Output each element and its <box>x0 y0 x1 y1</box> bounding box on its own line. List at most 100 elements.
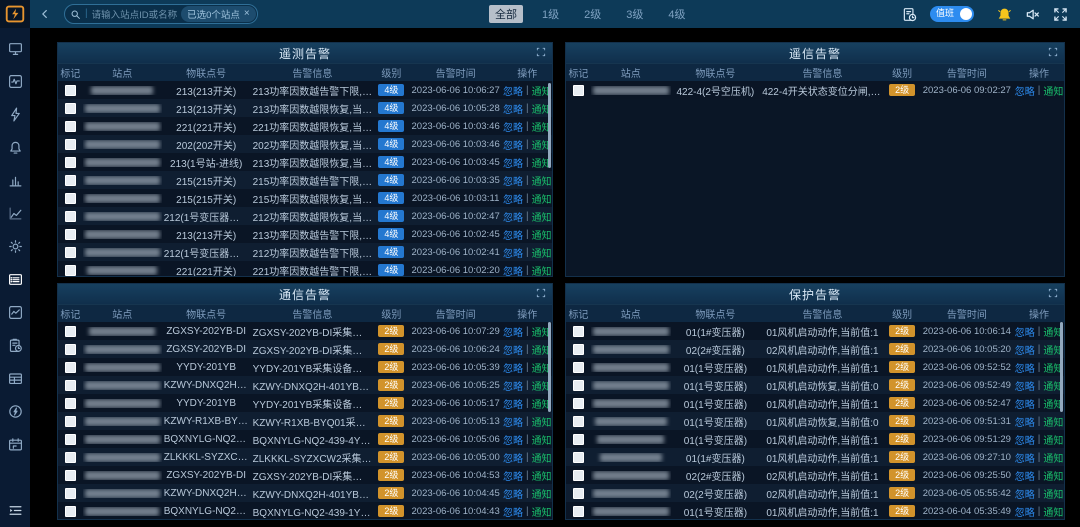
row-checkbox[interactable] <box>65 362 76 373</box>
table-row[interactable]: 01(1号变压器)01风机启动恢复,当前值:02级2023-06-06 09:5… <box>566 376 1064 394</box>
row-checkbox[interactable] <box>65 193 76 204</box>
table-row[interactable]: 212(1号变压器出线)212功率因数越告警下限,当前值:0...4级2023-… <box>58 243 552 261</box>
row-checkbox[interactable] <box>573 470 584 481</box>
tab-level-2[interactable]: 2级 <box>578 5 607 23</box>
row-checkbox[interactable] <box>65 121 76 132</box>
notify-link[interactable]: 通知 <box>532 468 552 483</box>
notify-link[interactable]: 通知 <box>1043 450 1063 465</box>
row-checkbox[interactable] <box>573 488 584 499</box>
panel-expand-icon[interactable] <box>1048 288 1058 298</box>
table-row[interactable]: 215(215开关)215功率因数越告警下限,当前值:0...4级2023-06… <box>58 171 552 189</box>
row-checkbox[interactable] <box>65 380 76 391</box>
sidebar-item-chart-box-icon[interactable] <box>8 305 23 320</box>
sidebar-item-lightning-icon[interactable] <box>8 107 23 122</box>
table-row[interactable]: ZLKKKL-SYZXCW2ZLKKKL-SYZXCW2采集设备通讯异常2级20… <box>58 448 552 466</box>
row-checkbox[interactable] <box>65 229 76 240</box>
table-row[interactable]: 02(2#变压器)02风机启动动作,当前值:12级2023-06-06 10:0… <box>566 340 1064 358</box>
table-row[interactable]: KZWY-DNXQ2H-401YBKZWY-DNXQ2H-401YB采集设备通.… <box>58 484 552 502</box>
table-row[interactable]: 202(202开关)202功率因数越限恢复,当前值:0.97...4级2023-… <box>58 135 552 153</box>
table-row[interactable]: 01(1#变压器)01风机启动动作,当前值:12级2023-06-06 10:0… <box>566 322 1064 340</box>
row-checkbox[interactable] <box>65 103 76 114</box>
ignore-link[interactable]: 忽略 <box>1015 432 1035 447</box>
sidebar-item-clipboard-clock-icon[interactable] <box>8 338 23 353</box>
table-row[interactable]: ZGXSY-202YB-DIZGXSY-202YB-DI采集设备通讯正常2级20… <box>58 340 552 358</box>
notify-link[interactable]: 通知 <box>1043 432 1063 447</box>
tab-level-1[interactable]: 1级 <box>536 5 565 23</box>
ignore-link[interactable]: 忽略 <box>1015 396 1035 411</box>
clear-selection-icon[interactable]: × <box>244 9 250 19</box>
scrollbar-thumb[interactable] <box>548 83 551 168</box>
table-row[interactable]: ZGXSY-202YB-DIZGXSY-202YB-DI采集设备通讯异常2级20… <box>58 466 552 484</box>
ignore-link[interactable]: 忽略 <box>503 263 523 278</box>
table-row[interactable]: 01(1号变压器)01风机启动动作,当前值:12级2023-06-06 09:5… <box>566 430 1064 448</box>
ignore-link[interactable]: 忽略 <box>503 245 523 260</box>
ignore-link[interactable]: 忽略 <box>503 450 523 465</box>
notify-link[interactable]: 通知 <box>532 209 552 224</box>
notify-link[interactable]: 通知 <box>532 414 552 429</box>
row-checkbox[interactable] <box>573 452 584 463</box>
sidebar-item-waveform-box-icon[interactable] <box>8 74 23 89</box>
fullscreen-icon[interactable] <box>1053 7 1068 22</box>
sidebar-item-monitor-icon[interactable] <box>8 41 23 56</box>
notify-link[interactable]: 通知 <box>1043 468 1063 483</box>
ignore-link[interactable]: 忽略 <box>503 378 523 393</box>
table-row[interactable]: 213(213开关)213功率因数越限恢复,当前值:1.00...4级2023-… <box>58 99 552 117</box>
notify-link[interactable]: 通知 <box>1043 414 1063 429</box>
table-row[interactable]: 02(2号变压器)02风机启动动作,当前值:12级2023-06-05 05:5… <box>566 484 1064 502</box>
ignore-link[interactable]: 忽略 <box>503 342 523 357</box>
alarm-bell-icon[interactable] <box>997 7 1012 22</box>
report-history-icon[interactable] <box>902 7 917 22</box>
ignore-link[interactable]: 忽略 <box>503 227 523 242</box>
sidebar-item-bar-chart-icon[interactable] <box>8 173 23 188</box>
row-checkbox[interactable] <box>573 434 584 445</box>
row-checkbox[interactable] <box>573 398 584 409</box>
ignore-link[interactable]: 忽略 <box>503 137 523 152</box>
search-input[interactable]: | 请输入站点ID或名称 已选0个站点 × <box>64 4 258 24</box>
notify-link[interactable]: 通知 <box>1043 504 1063 519</box>
table-row[interactable]: 213(213开关)213功率因数越告警下限,当前值:0...4级2023-06… <box>58 225 552 243</box>
ignore-link[interactable]: 忽略 <box>503 191 523 206</box>
back-button[interactable] <box>39 8 51 20</box>
notify-link[interactable]: 通知 <box>532 486 552 501</box>
row-checkbox[interactable] <box>65 344 76 355</box>
tab-level-0[interactable]: 全部 <box>489 5 523 23</box>
ignore-link[interactable]: 忽略 <box>503 414 523 429</box>
row-checkbox[interactable] <box>65 398 76 409</box>
scrollbar-thumb[interactable] <box>548 322 551 412</box>
table-row[interactable]: ZGXSY-202YB-DIZGXSY-202YB-DI采集设备通讯异常2级20… <box>58 322 552 340</box>
ignore-link[interactable]: 忽略 <box>1015 342 1035 357</box>
table-row[interactable]: YYDY-201YBYYDY-201YB采集设备通讯正常2级2023-06-06… <box>58 394 552 412</box>
ignore-link[interactable]: 忽略 <box>1015 504 1035 519</box>
ignore-link[interactable]: 忽略 <box>503 504 523 519</box>
ignore-link[interactable]: 忽略 <box>503 396 523 411</box>
ignore-link[interactable]: 忽略 <box>1015 414 1035 429</box>
sidebar-item-gear-icon[interactable] <box>8 239 23 254</box>
ignore-link[interactable]: 忽略 <box>503 432 523 447</box>
row-checkbox[interactable] <box>65 157 76 168</box>
ignore-link[interactable]: 忽略 <box>503 155 523 170</box>
row-checkbox[interactable] <box>573 85 584 96</box>
notify-link[interactable]: 通知 <box>532 191 552 206</box>
table-row[interactable]: 422-4(2号空压机)422-4开关状态变位分闸,当前值:02级2023-06… <box>566 81 1064 99</box>
table-row[interactable]: 01(1号变压器)01风机启动动作,当前值:12级2023-06-06 09:5… <box>566 394 1064 412</box>
row-checkbox[interactable] <box>65 416 76 427</box>
notify-link[interactable]: 通知 <box>532 245 552 260</box>
notify-link[interactable]: 通知 <box>532 227 552 242</box>
selected-sites-tag[interactable]: 已选0个站点 × <box>181 6 256 22</box>
sidebar-item-calendar-icon[interactable] <box>8 437 23 452</box>
notify-link[interactable]: 通知 <box>532 450 552 465</box>
table-row[interactable]: BQXNYLG-NQ2-439-1YBBQXNYLG-NQ2-439-1YB采集… <box>58 502 552 520</box>
table-row[interactable]: KZWY-DNXQ2H-401YBKZWY-DNXQ2H-401YB采集设备通.… <box>58 376 552 394</box>
table-row[interactable]: 221(221开关)221功率因数越告警下限,当前值:0...4级2023-06… <box>58 261 552 277</box>
row-checkbox[interactable] <box>65 470 76 481</box>
ignore-link[interactable]: 忽略 <box>503 324 523 339</box>
row-checkbox[interactable] <box>65 326 76 337</box>
scrollbar-thumb[interactable] <box>1060 322 1063 412</box>
ignore-link[interactable]: 忽略 <box>1015 83 1035 98</box>
row-checkbox[interactable] <box>65 175 76 186</box>
panel-expand-icon[interactable] <box>536 47 546 57</box>
row-checkbox[interactable] <box>65 139 76 150</box>
ignore-link[interactable]: 忽略 <box>1015 360 1035 375</box>
table-row[interactable]: 01(1号变压器)01风机启动恢复,当前值:02级2023-06-06 09:5… <box>566 412 1064 430</box>
tab-level-4[interactable]: 4级 <box>662 5 691 23</box>
